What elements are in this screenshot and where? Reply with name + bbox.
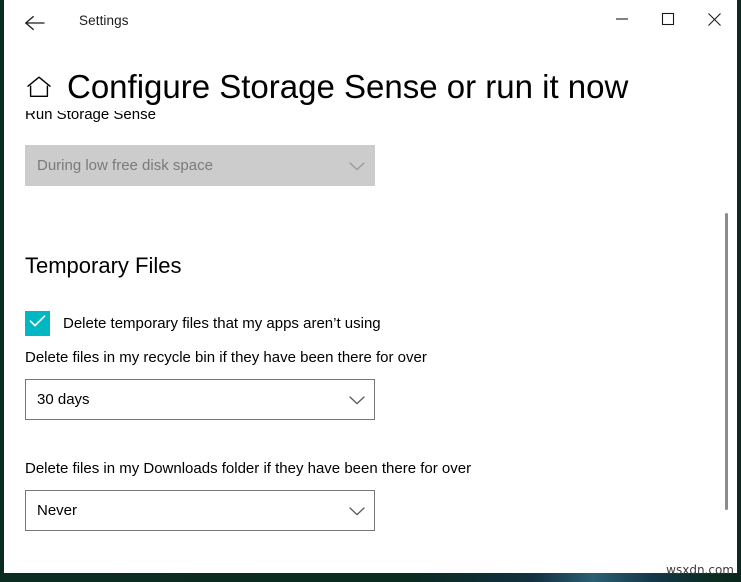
- chevron-down-icon: [340, 394, 374, 406]
- scrollbar-thumb[interactable]: [725, 213, 728, 510]
- delete-temp-files-label: Delete temporary files that my apps aren…: [63, 314, 381, 334]
- close-icon: [707, 12, 722, 27]
- app-title: Settings: [79, 12, 129, 30]
- temporary-files-heading: Temporary Files: [25, 252, 181, 280]
- back-button[interactable]: [14, 4, 56, 42]
- vertical-scrollbar[interactable]: [719, 111, 735, 573]
- maximize-button[interactable]: [645, 0, 691, 38]
- recycle-bin-label: Delete files in my recycle bin if they h…: [25, 348, 427, 368]
- minimize-button[interactable]: [599, 0, 645, 38]
- maximize-icon: [661, 12, 675, 26]
- chevron-down-icon: [340, 505, 374, 517]
- downloads-label: Delete files in my Downloads folder if t…: [25, 459, 471, 479]
- screen: Settings: [0, 0, 741, 582]
- page-title: Configure Storage Sense or run it now: [67, 67, 628, 107]
- window-frame-bottom: [0, 573, 741, 582]
- home-icon[interactable]: [24, 72, 54, 102]
- run-storage-sense-value: During low free disk space: [26, 157, 340, 174]
- downloads-value: Never: [26, 502, 340, 519]
- run-storage-sense-label: Run Storage Sense: [25, 111, 156, 125]
- delete-temp-files-checkbox-row[interactable]: Delete temporary files that my apps aren…: [25, 311, 381, 336]
- watermark: wsxdn.com: [666, 563, 734, 577]
- back-arrow-icon: [24, 14, 46, 32]
- delete-temp-files-checkbox[interactable]: [25, 311, 50, 336]
- checkmark-icon: [28, 313, 47, 334]
- chevron-down-icon: [340, 160, 374, 172]
- run-storage-sense-dropdown[interactable]: During low free disk space: [25, 145, 375, 186]
- close-button[interactable]: [691, 0, 737, 38]
- settings-window: Settings: [4, 0, 737, 573]
- downloads-dropdown[interactable]: Never: [25, 490, 375, 531]
- settings-content: Run Storage Sense During low free disk s…: [4, 111, 737, 573]
- minimize-icon: [615, 13, 629, 25]
- page-header: Configure Storage Sense or run it now: [4, 63, 737, 111]
- recycle-bin-value: 30 days: [26, 391, 340, 408]
- window-caption-buttons: [599, 0, 737, 38]
- recycle-bin-dropdown[interactable]: 30 days: [25, 379, 375, 420]
- title-bar: Settings: [4, 0, 737, 47]
